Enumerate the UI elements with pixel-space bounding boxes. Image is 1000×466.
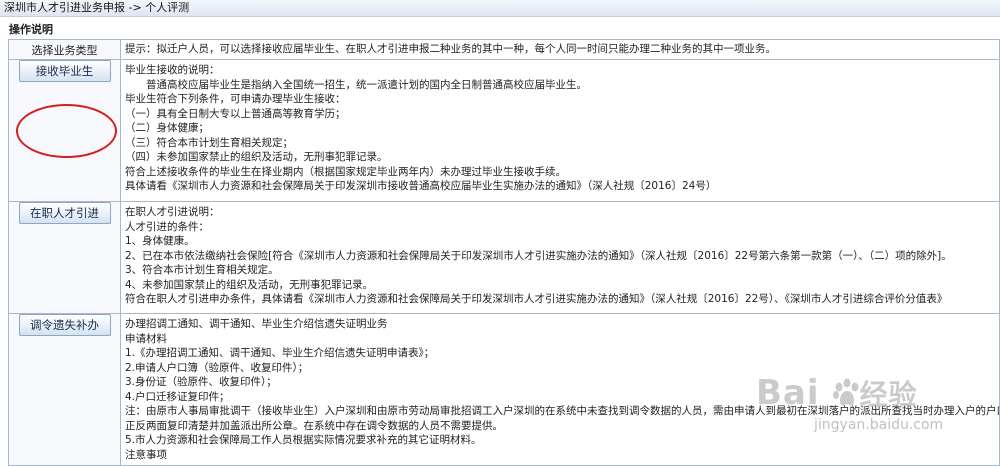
table-row: 调令遗失补办 办理招调工通知、调干通知、毕业生介绍信遗失证明业务 申请材料 1.《办… bbox=[8, 313, 1000, 466]
description-line: （一）具有全日制大专以上普通高等教育学历； bbox=[125, 107, 346, 120]
description-line: 正反两面复印清楚并加盖派出所公章。在系统中存在调令数据的人员不需要提供。 bbox=[125, 419, 503, 432]
description-line: （四）未参加国家禁止的组织及活动，无刑事犯罪记录。 bbox=[125, 151, 388, 163]
graduate-button-cell: 接收毕业生 bbox=[8, 59, 121, 202]
description-line: 办理招调工通知、调干通知、毕业生介绍信遗失证明业务 bbox=[125, 318, 388, 330]
description-line: 符合在职人才引进申办条件，具体请看《深圳市人力资源和社会保障局关于印发深圳市人才… bbox=[125, 293, 948, 305]
table-row: 在职人才引进 在职人才引进说明： 人才引进的条件： 1、身体健康。 2、已在本市依法缴… bbox=[8, 201, 1000, 314]
in-service-talent-button[interactable]: 在职人才引进 bbox=[18, 202, 111, 224]
business-type-label-cell: 选择业务类型 bbox=[8, 39, 121, 60]
description-line: 毕业生符合下列条件，可申请办理毕业生接收： bbox=[125, 93, 346, 105]
table-header-row: 选择业务类型 提示：拟迁户人员，可以选择接收应届毕业生、在职人才引进申报二种业务… bbox=[8, 39, 1000, 60]
description-line: 符合上述接收条件的毕业生在择业期内（根据国家规定毕业两年内）未办理过毕业生接收手… bbox=[125, 165, 566, 178]
talent-description: 在职人才引进说明： 人才引进的条件： 1、身体健康。 2、已在本市依法缴纳社会保险[符… bbox=[121, 202, 999, 307]
description-line: 3、符合本市计划生育相关规定。 bbox=[125, 264, 279, 276]
hint-cell: 提示：拟迁户人员，可以选择接收应届毕业生、在职人才引进申报二种业务的其中一种，每… bbox=[120, 39, 1000, 60]
description-line: 在职人才引进说明： bbox=[125, 206, 220, 218]
lost-order-description: 办理招调工通知、调干通知、毕业生介绍信遗失证明业务 申请材料 1.《办理招调工通知、… bbox=[121, 314, 999, 462]
section-title: 操作说明 bbox=[9, 23, 53, 36]
description-line: 2.申请人户口簿（验原件、收复印件）； bbox=[125, 361, 309, 374]
description-line: 申请材料 bbox=[125, 332, 167, 345]
description-line: 4、未参加国家禁止的组织及活动，无刑事犯罪记录。 bbox=[125, 278, 374, 291]
description-line: 注意事项 bbox=[125, 448, 167, 461]
breadcrumb-text: 深圳市人才引进业务申报 -> 个人评测 bbox=[4, 1, 190, 14]
graduate-description-cell: 毕业生接收的说明： 普通高校应届毕业生是指纳入全国统一招生，统一派遣计划的国内全… bbox=[120, 59, 1000, 202]
lost-order-description-cell: 办理招调工通知、调干通知、毕业生介绍信遗失证明业务 申请材料 1.《办理招调工通知、… bbox=[120, 313, 1000, 466]
description-line: 3.身份证（验原件、收复印件）； bbox=[125, 376, 277, 388]
description-line: （二）身体健康； bbox=[125, 122, 209, 134]
description-line: （三）符合本市计划生育相关规定； bbox=[125, 136, 293, 149]
lost-order-reissue-button[interactable]: 调令遗失补办 bbox=[18, 314, 111, 336]
hint-text: 提示：拟迁户人员，可以选择接收应届毕业生、在职人才引进申报二种业务的其中一种，每… bbox=[125, 43, 776, 55]
receive-graduate-button[interactable]: 接收毕业生 bbox=[18, 60, 111, 82]
description-line: 1.《办理招调工通知、调干通知、毕业生介绍信遗失证明申请表》； bbox=[125, 347, 435, 359]
description-line: 5.市人力资源和社会保障局工作人员根据实际情况要求补充的其它证明材料。 bbox=[125, 434, 482, 446]
talent-button-cell: 在职人才引进 bbox=[8, 201, 121, 314]
breadcrumb: 深圳市人才引进业务申报 -> 个人评测 bbox=[0, 0, 1000, 17]
business-type-label: 选择业务类型 bbox=[31, 43, 98, 57]
lost-order-button-cell: 调令遗失补办 bbox=[8, 313, 121, 466]
graduate-description: 毕业生接收的说明： 普通高校应届毕业生是指纳入全国统一招生，统一派遣计划的国内全… bbox=[121, 60, 999, 194]
description-line: 2、已在本市依法缴纳社会保险[符合《深圳市人力资源和社会保障局关于印发深圳市人才… bbox=[125, 249, 952, 262]
description-line: 注：由原市人事局审批调干（接收毕业生）入户深圳和由原市劳动局审批招调工入户深圳的… bbox=[125, 405, 999, 417]
description-line: 普通高校应届毕业生是指纳入全国统一招生，统一派遣计划的国内全日制普通高校应届毕业… bbox=[125, 78, 587, 91]
description-line: 毕业生接收的说明： bbox=[125, 64, 220, 76]
talent-description-cell: 在职人才引进说明： 人才引进的条件： 1、身体健康。 2、已在本市依法缴纳社会保险[符… bbox=[120, 201, 1000, 314]
business-type-table: 选择业务类型 提示：拟迁户人员，可以选择接收应届毕业生、在职人才引进申报二种业务… bbox=[8, 39, 1000, 466]
description-line: 1、身体健康。 bbox=[125, 235, 195, 247]
description-line: 人才引进的条件： bbox=[125, 220, 209, 233]
description-line: 具体请看《深圳市人力资源和社会保障局关于印发深圳市接收普通高校应届毕业生实施办法… bbox=[125, 180, 717, 192]
table-row: 接收毕业生 毕业生接收的说明： 普通高校应届毕业生是指纳入全国统一招生，统一派遣… bbox=[8, 59, 1000, 202]
description-line: 4.户口迁移证复印件； bbox=[125, 390, 230, 403]
